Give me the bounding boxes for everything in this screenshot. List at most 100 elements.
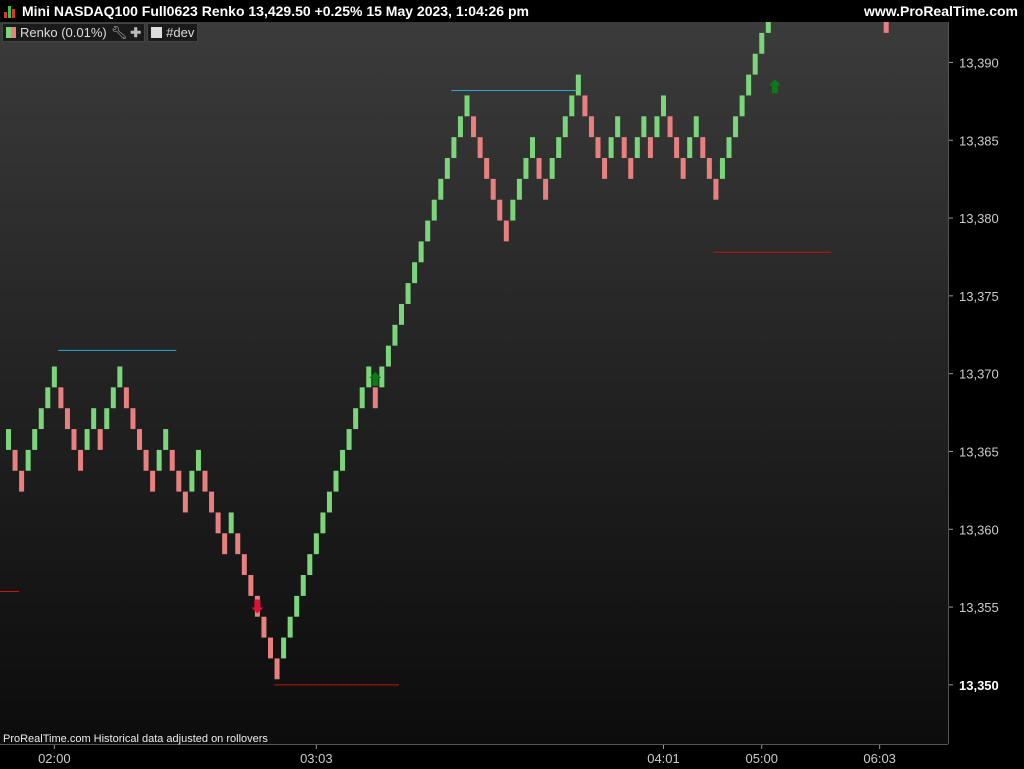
x-tick-label: 04:01: [647, 751, 680, 766]
renko-brick-down: [680, 157, 686, 179]
renko-brick-down: [71, 429, 77, 450]
renko-brick-up: [117, 366, 123, 388]
renko-brick-up: [765, 22, 771, 33]
renko-brick-up: [634, 137, 640, 158]
renko-brick-down: [706, 157, 712, 179]
renko-brick-up: [556, 137, 562, 158]
renko-brick-down: [150, 470, 156, 492]
site-link[interactable]: www.ProRealTime.com: [864, 3, 1018, 19]
indicator-legend: Renko (0.01%) 🔧︎ ✚ #dev: [2, 23, 199, 42]
renko-brick-down: [274, 658, 280, 680]
renko-brick-down: [137, 429, 142, 450]
renko-brick-down: [176, 470, 182, 492]
renko-brick-up: [195, 449, 201, 471]
time-axis-labels: 02:00 03:03 04:01 05:00 06:03: [38, 745, 896, 766]
y-tick-label: 13,375: [959, 289, 999, 304]
renko-brick-up: [228, 512, 234, 534]
price-axis[interactable]: 13,390 13,385 13,380 13,375 13,370 13,365 13,3…: [948, 22, 1024, 744]
chart-title: Mini NASDAQ100 Full0623 Renko 13,429.50 …: [22, 3, 529, 19]
renko-brick-up: [464, 95, 470, 117]
y-tick-label: 13,370: [959, 367, 999, 382]
renko-brick-down: [78, 449, 84, 471]
renko-brick-up: [307, 554, 313, 576]
y-tick-label: 13,355: [959, 600, 999, 615]
renko-brick-up: [608, 137, 614, 158]
renko-brick-up: [346, 429, 352, 450]
renko-brick-down: [621, 137, 627, 158]
renko-brick-up: [287, 616, 293, 638]
dev-color-swatch: [151, 27, 163, 38]
renko-brick-down: [647, 137, 653, 158]
renko-brick-down: [883, 22, 889, 33]
renko-brick-up: [425, 220, 431, 242]
plus-icon[interactable]: ✚: [130, 25, 141, 41]
renko-brick-up: [641, 116, 647, 138]
renko-brick-up: [562, 116, 568, 138]
dev-legend-item[interactable]: #dev: [147, 23, 199, 42]
renko-brick-up: [189, 470, 195, 492]
renko-brick-up: [320, 512, 326, 534]
renko-brick-up: [294, 595, 300, 617]
renko-brick-up: [530, 137, 535, 158]
renko-brick-down: [713, 178, 719, 200]
y-tick-label: 13,390: [959, 55, 999, 70]
down-color-swatch: [11, 27, 16, 38]
chart-plot-area[interactable]: [0, 22, 948, 744]
renko-brick-down: [130, 408, 136, 430]
renko-brick-up: [510, 199, 516, 221]
renko-brick-down: [19, 470, 25, 492]
renko-brick-up: [405, 283, 411, 304]
y-tick-label: 13,365: [959, 444, 999, 459]
renko-brick-up: [333, 470, 339, 492]
renko-brick-up: [523, 157, 529, 179]
y-tick-label: 13,380: [959, 211, 999, 226]
renko-brick-down: [222, 533, 228, 555]
renko-brick-down: [602, 157, 608, 179]
renko-brick-up: [739, 95, 745, 117]
renko-brick-down: [169, 449, 175, 471]
time-axis[interactable]: 02:00 03:03 04:01 05:00 06:03: [0, 744, 948, 769]
renko-brick-up: [661, 95, 666, 117]
renko-brick-up: [444, 157, 450, 179]
renko-brick-up: [359, 387, 365, 409]
prorealtime-logo-icon: [4, 6, 18, 18]
renko-brick-up: [759, 32, 765, 54]
renko-brick-up: [733, 116, 739, 138]
renko-brick-up: [313, 533, 319, 555]
x-tick-label: 02:00: [38, 751, 71, 766]
renko-brick-up: [84, 429, 90, 450]
renko-brick-up: [51, 366, 57, 388]
renko-brick-up: [163, 429, 169, 450]
renko-brick-up: [746, 74, 752, 96]
renko-brick-down: [484, 157, 490, 179]
renko-brick-up: [752, 53, 758, 75]
renko-legend-item[interactable]: Renko (0.01%) 🔧︎ ✚: [2, 23, 146, 42]
y-tick-label: 13,350: [959, 678, 999, 693]
renko-brick-up: [6, 429, 11, 450]
renko-brick-up: [457, 116, 463, 138]
renko-brick-down: [536, 157, 542, 179]
renko-brick-up: [385, 345, 391, 367]
renko-brick-down: [143, 449, 149, 471]
renko-brick-up: [300, 575, 306, 596]
renko-brick-up: [516, 178, 522, 200]
dev-label: #dev: [166, 25, 195, 40]
renko-brick-down: [123, 387, 129, 409]
renko-brick-up: [104, 408, 110, 430]
renko-brick-down: [202, 470, 208, 492]
renko-brick-down: [582, 95, 588, 117]
renko-brick-down: [674, 137, 680, 158]
renko-brick-down: [235, 533, 241, 555]
price-axis-labels: 13,390 13,385 13,380 13,375 13,370 13,365 13,3…: [949, 55, 999, 693]
wrench-icon[interactable]: 🔧︎: [111, 25, 128, 41]
renko-brick-up: [110, 387, 116, 409]
renko-brick-up: [726, 137, 732, 158]
renko-brick-up: [438, 178, 444, 200]
renko-brick-down: [667, 116, 673, 138]
renko-brick-down: [248, 575, 254, 596]
renko-brick-up: [353, 408, 359, 430]
renko-brick-up: [687, 137, 693, 158]
renko-brick-up: [615, 116, 621, 138]
renko-brick-down: [497, 199, 503, 221]
x-tick-label: 06:03: [863, 751, 896, 766]
